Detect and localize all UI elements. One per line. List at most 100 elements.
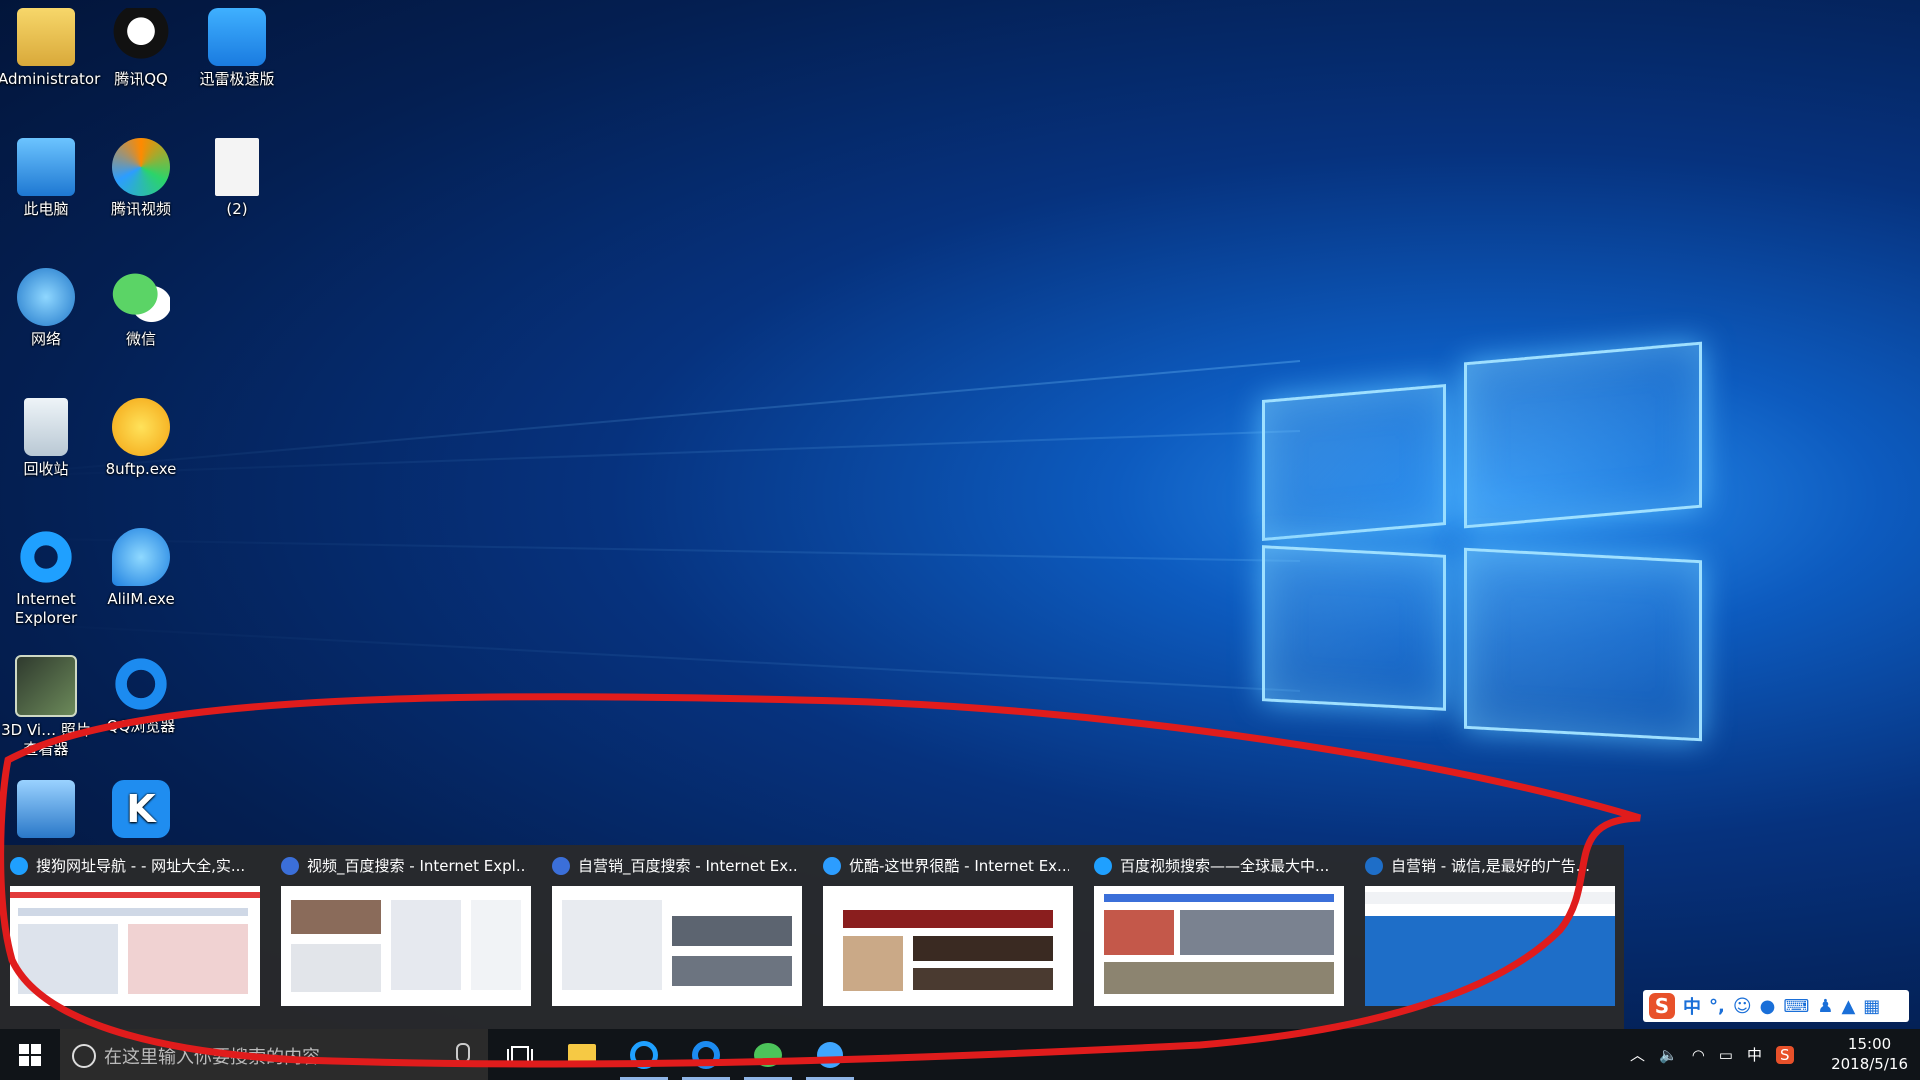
desktop-icon-label: 腾讯QQ <box>114 70 168 88</box>
wifi-icon[interactable]: ◠ <box>1692 1046 1705 1064</box>
desktop-icon-label: 微信 <box>125 330 156 348</box>
aliim-icon <box>112 528 170 586</box>
window-thumbnail-title: 搜狗网址导航 - - 网址大全,实... <box>36 857 246 875</box>
browser-icon <box>1365 857 1383 875</box>
network-computers-icon <box>17 780 75 838</box>
search-placeholder: 在这里输入你要搜索的内容 <box>104 1047 320 1068</box>
window-thumbnail[interactable]: 百度视频搜索——全球最大中... <box>1084 845 1346 1029</box>
desktop-icon-network-computers[interactable] <box>0 780 94 842</box>
desktop-icon-8uftp[interactable]: 8uftp.exe <box>93 398 189 479</box>
windows-logo-wallpaper <box>1262 341 1712 742</box>
desktop-icon-tencent-video[interactable]: 腾讯视频 <box>93 138 189 219</box>
window-thumbnail-title: 优酷-这世界很酷 - Internet Ex... <box>849 857 1069 875</box>
window-thumbnail[interactable]: 自营销_百度搜索 - Internet Ex... <box>542 845 804 1029</box>
window-preview <box>1094 886 1344 1006</box>
desktop-icon-label: (2) <box>226 200 248 218</box>
window-preview <box>1365 886 1615 1006</box>
network-globe-icon <box>17 268 75 326</box>
sogou-tray-icon[interactable]: S <box>1776 1045 1794 1064</box>
desktop-icon-thunder[interactable]: 迅雷极速版 <box>189 8 285 89</box>
desktop-icon-internet-explorer[interactable]: Internet Explorer <box>0 528 94 628</box>
window-thumbnail[interactable]: 视频_百度搜索 - Internet Expl... <box>271 845 533 1029</box>
desktop-icon-label: 此电脑 <box>23 200 69 218</box>
sogou-logo-icon[interactable]: S <box>1649 993 1675 1019</box>
wechat-icon <box>112 268 170 326</box>
taskbar-wechat[interactable] <box>738 1029 798 1080</box>
desktop-icon-recycle-bin[interactable]: 回收站 <box>0 398 94 479</box>
microphone-icon[interactable] <box>456 1043 470 1063</box>
desktop-icon-network[interactable]: 网络 <box>0 268 94 349</box>
windows-start-icon <box>19 1043 41 1066</box>
taskbar-qq-browser[interactable] <box>676 1029 736 1080</box>
desktop-icon-label: 腾讯视频 <box>110 200 171 218</box>
computer-icon <box>17 138 75 196</box>
taskbar-search-box[interactable]: 在这里输入你要搜索的内容 <box>60 1029 488 1080</box>
sogou-ime-toolbar[interactable]: S 中 °, ☺ ● ⌨ ♟ ▲ ▦ <box>1643 990 1909 1022</box>
ie-icon <box>17 528 75 586</box>
window-thumbnail[interactable]: 搜狗网址导航 - - 网址大全,实... <box>0 845 262 1029</box>
ime-mode-toggle[interactable]: 中 <box>1683 993 1701 1019</box>
photo-viewer-icon <box>15 655 77 717</box>
ie-icon <box>630 1040 658 1069</box>
skin-icon[interactable]: ▲ <box>1841 996 1855 1017</box>
desktop-icon-qq-browser[interactable]: QQ浏览器 <box>93 655 189 736</box>
task-view-icon <box>507 1045 533 1064</box>
keyboard-icon[interactable]: ⌨ <box>1783 996 1809 1017</box>
taskbar-thumbnail-strip: 搜狗网址导航 - - 网址大全,实... 视频_百度搜索 - Internet … <box>0 845 1624 1029</box>
user-icon[interactable]: ♟ <box>1817 996 1833 1017</box>
toolbox-icon[interactable]: ▦ <box>1863 996 1880 1017</box>
window-preview <box>823 886 1073 1006</box>
tencent-video-icon <box>112 138 170 196</box>
taskbar: 在这里输入你要搜索的内容 ︿ 🔈 ◠ ▭ 中 S 15:00 2018/5/16 <box>0 1029 1920 1080</box>
window-thumbnail[interactable]: 优酷-这世界很酷 - Internet Ex... <box>813 845 1075 1029</box>
window-thumbnail-title: 自营销_百度搜索 - Internet Ex... <box>578 857 798 875</box>
window-thumbnail[interactable]: 自营销 - 诚信,是最好的广告... <box>1355 845 1617 1029</box>
desktop-icon-wechat[interactable]: 微信 <box>93 268 189 349</box>
system-tray: ︿ 🔈 ◠ ▭ 中 S <box>1630 1029 1794 1080</box>
cortana-icon <box>72 1044 96 1068</box>
desktop-icon-label: Administrator <box>0 70 101 88</box>
volume-icon[interactable]: 🔈 <box>1659 1046 1678 1064</box>
clock-time: 15:00 <box>1847 1035 1892 1053</box>
desktop-icon-administrator[interactable]: Administrator <box>0 8 100 89</box>
folder-user-icon <box>17 8 75 66</box>
emoji-icon[interactable]: ☺ <box>1733 996 1752 1017</box>
clock-date: 2018/5/16 <box>1831 1055 1908 1073</box>
tray-clock[interactable]: 15:00 2018/5/16 <box>1831 1034 1908 1074</box>
desktop-icon-label: Internet Explorer <box>14 590 78 627</box>
qq-penguin-icon <box>112 8 170 66</box>
taskbar-file-explorer[interactable] <box>552 1029 612 1080</box>
microphone-icon[interactable]: ● <box>1760 996 1776 1017</box>
ime-punctuation-toggle[interactable]: °, <box>1709 996 1725 1017</box>
input-language-indicator[interactable]: 中 <box>1747 1044 1762 1065</box>
desktop-icon-aliim[interactable]: AliIM.exe <box>93 528 189 609</box>
thunder-bird-icon <box>208 8 266 66</box>
desktop-icon-label: QQ浏览器 <box>106 717 176 735</box>
desktop-icon-label: 网络 <box>30 330 61 348</box>
desktop-icon-kugou[interactable]: K <box>93 780 189 842</box>
taskbar-thunder[interactable] <box>800 1029 860 1080</box>
taskbar-ie[interactable] <box>614 1029 674 1080</box>
window-thumbnail-title: 百度视频搜索——全球最大中... <box>1120 857 1330 875</box>
show-hidden-icons-chevron-icon[interactable]: ︿ <box>1630 1044 1645 1065</box>
window-preview <box>281 886 531 1006</box>
desktop-icon-this-pc[interactable]: 此电脑 <box>0 138 94 219</box>
ie-icon <box>10 857 28 875</box>
window-preview <box>10 886 260 1006</box>
file-explorer-icon <box>568 1043 596 1066</box>
desktop-icon-qq[interactable]: 腾讯QQ <box>93 8 189 89</box>
battery-icon[interactable]: ▭ <box>1719 1046 1733 1064</box>
desktop-icon-label: 3D Vi… 照片查看器 <box>1 721 91 758</box>
start-button[interactable] <box>0 1029 60 1080</box>
blank-file-icon <box>215 138 259 196</box>
thunder-icon <box>817 1041 843 1068</box>
desktop-icon-label: 回收站 <box>23 460 69 478</box>
window-thumbnail-title: 视频_百度搜索 - Internet Expl... <box>307 857 527 875</box>
ie-icon <box>1094 857 1112 875</box>
desktop-icon-photo-viewer[interactable]: 3D Vi… 照片查看器 <box>0 655 94 759</box>
task-view-button[interactable] <box>490 1029 550 1080</box>
recycle-bin-icon <box>24 398 68 456</box>
desktop-icon-file-2[interactable]: (2) <box>189 138 285 219</box>
desktop-icon-label: 迅雷极速版 <box>199 70 275 88</box>
qq-browser-icon <box>112 655 170 713</box>
